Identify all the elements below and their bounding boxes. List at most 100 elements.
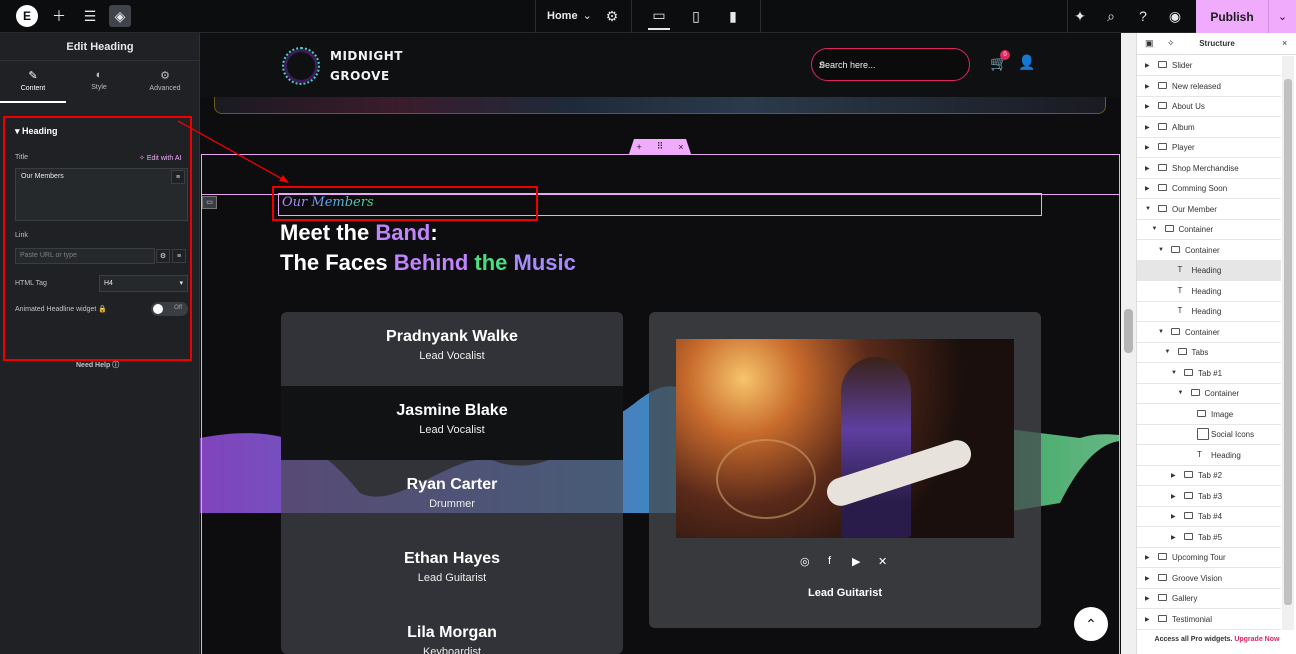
caret-right-icon[interactable]: ▶ [1145,124,1150,131]
caret-down-icon[interactable]: ▼ [1165,349,1171,355]
facebook-icon[interactable]: f [828,555,831,567]
need-help-link[interactable]: Need Help ⓘ [76,360,119,370]
caret-right-icon[interactable]: ▶ [1171,513,1176,520]
caret-right-icon[interactable]: ▶ [1145,62,1150,69]
caret-right-icon[interactable]: ▶ [1145,185,1150,192]
structure-item[interactable]: ▶ New released [1137,77,1281,97]
ai-sparkle-icon[interactable]: ✦ [1069,5,1091,27]
layers-icon[interactable]: ◈ [109,5,131,27]
caret-right-icon[interactable]: ▶ [1145,595,1150,602]
structure-item[interactable]: ▼ Tab #1 [1137,364,1281,384]
site-search-input[interactable]: Search here... ⌕ [811,48,970,81]
gear-icon[interactable]: ⚙ [601,5,623,27]
caret-down-icon[interactable]: ▼ [1158,329,1164,335]
caret-right-icon[interactable]: ▶ [1145,103,1150,110]
caret-down-icon[interactable]: ▼ [1171,370,1177,376]
scroll-to-top-button[interactable]: ⌃ [1074,607,1108,641]
structure-item[interactable]: ▶ Album [1137,118,1281,138]
upgrade-link[interactable]: Upgrade Now [1234,636,1279,643]
caret-down-icon[interactable]: ▼ [1145,206,1151,212]
guitarist-photo[interactable] [676,339,1014,538]
structure-item[interactable]: ▶ Slider [1137,56,1281,76]
caret-down-icon[interactable]: ▼ [1152,226,1158,232]
structure-item[interactable]: ▶ Tab #5 [1137,528,1281,548]
structure-item[interactable]: Social Icons [1137,425,1281,445]
tablet-icon[interactable]: ▯ [685,5,707,27]
drag-handle-icon[interactable]: ⠿ [657,141,664,152]
brand-name[interactable]: MIDNIGHT GROOVE [330,46,403,86]
structure-item[interactable]: ▼ Our Member [1137,200,1281,220]
mobile-icon[interactable]: ▮ [722,5,744,27]
structure-item[interactable]: ▼ Container [1137,384,1281,404]
member-tab[interactable]: Ryan Carter Drummer [281,460,623,534]
structure-item[interactable]: ▼ Tabs [1137,343,1281,363]
structure-item[interactable]: ▶ Tab #3 [1137,487,1281,507]
structure-item[interactable]: ▶ About Us [1137,97,1281,117]
tab-style[interactable]: ◐ Style [66,61,132,103]
structure-item[interactable]: T Heading [1137,282,1281,302]
structure-item[interactable]: ▶ Comming Soon [1137,179,1281,199]
structure-item[interactable]: T Heading [1137,302,1281,322]
structure-item[interactable]: ▶ Gallery [1137,589,1281,609]
member-tab[interactable]: Ethan Hayes Lead Guitarist [281,534,623,608]
search-icon[interactable]: ⌕ [1100,5,1122,27]
scrollbar-thumb[interactable] [1124,309,1133,353]
structure-item[interactable]: ▼ Container [1137,241,1281,261]
member-tab[interactable]: Pradnyank Walke Lead Vocalist [281,312,623,386]
structure-item[interactable]: ▶ Upcoming Tour [1137,548,1281,568]
sliders-icon[interactable]: ☰ [79,5,101,27]
structure-item[interactable]: ▶ Tab #4 [1137,507,1281,527]
caret-right-icon[interactable]: ▶ [1145,165,1150,172]
page-selector[interactable]: Home ⌄ [547,9,592,22]
container-handle-icon[interactable]: ▭ [202,196,217,209]
structure-item[interactable]: T Heading [1137,446,1281,466]
dynamic-tags-icon[interactable]: ≡ [172,249,186,263]
eye-icon[interactable]: ◉ [1164,5,1186,27]
structure-item[interactable]: ▶ Groove Vision [1137,569,1281,589]
caret-right-icon[interactable]: ▶ [1145,83,1150,90]
band-heading-line-1[interactable]: Meet the Band: [280,220,438,246]
chevron-down-icon[interactable]: ⌄ [1268,0,1296,33]
close-icon[interactable]: × [678,142,683,152]
headphones-logo-icon[interactable] [282,47,320,85]
html-tag-select[interactable]: H4 ▾ [99,275,188,292]
member-tab[interactable]: Lila Morgan Keyboardist [281,608,623,654]
structure-scrollbar[interactable] [1282,56,1294,630]
structure-item[interactable]: ▶ Shop Merchandise [1137,159,1281,179]
caret-right-icon[interactable]: ▶ [1171,472,1176,479]
member-tab-active[interactable]: Jasmine Blake Lead Vocalist [281,386,623,460]
canvas-scrollbar[interactable] [1121,33,1136,654]
structure-item[interactable]: Image [1137,405,1281,425]
link-input[interactable]: Paste URL or type [15,248,155,264]
caret-right-icon[interactable]: ▶ [1145,575,1150,582]
title-textarea[interactable]: Our Members [15,168,188,221]
instagram-icon[interactable]: ◎ [800,555,810,568]
structure-item[interactable]: ▶ Tab #2 [1137,466,1281,486]
caret-right-icon[interactable]: ▶ [1145,554,1150,561]
structure-item[interactable]: ▼ Container [1137,220,1281,240]
link-options-gear-icon[interactable]: ⚙ [156,249,170,263]
caret-right-icon[interactable]: ▶ [1171,493,1176,500]
close-icon[interactable]: × [1282,38,1287,48]
caret-right-icon[interactable]: ▶ [1171,534,1176,541]
search-icon[interactable]: ⌕ [819,57,958,72]
publish-button[interactable]: Publish [1196,0,1268,33]
caret-right-icon[interactable]: ▶ [1145,144,1150,151]
caret-down-icon[interactable]: ▼ [1158,247,1164,253]
tab-advanced[interactable]: ⚙ Advanced [132,61,198,103]
scrollbar-thumb[interactable] [1284,79,1292,605]
structure-item[interactable]: ▶ Player [1137,138,1281,158]
desktop-icon[interactable]: ▭ [648,3,670,30]
dynamic-tags-icon[interactable]: ≡ [171,170,185,184]
caret-down-icon[interactable]: ▼ [1178,390,1184,396]
animated-headline-toggle[interactable]: Off [151,302,188,316]
structure-item[interactable]: T Heading [1137,261,1281,281]
x-icon[interactable]: ✕ [878,555,887,568]
youtube-icon[interactable]: ▶ [852,555,860,568]
caret-right-icon[interactable]: ▶ [1145,616,1150,623]
help-icon[interactable]: ? [1132,5,1154,27]
band-heading-line-2[interactable]: The Faces Behind the Music [280,250,576,276]
structure-item[interactable]: ▶ Testimonial [1137,610,1281,630]
plus-icon[interactable]: ＋ [48,5,70,27]
section-toggle[interactable]: ▾ Heading [15,126,58,137]
